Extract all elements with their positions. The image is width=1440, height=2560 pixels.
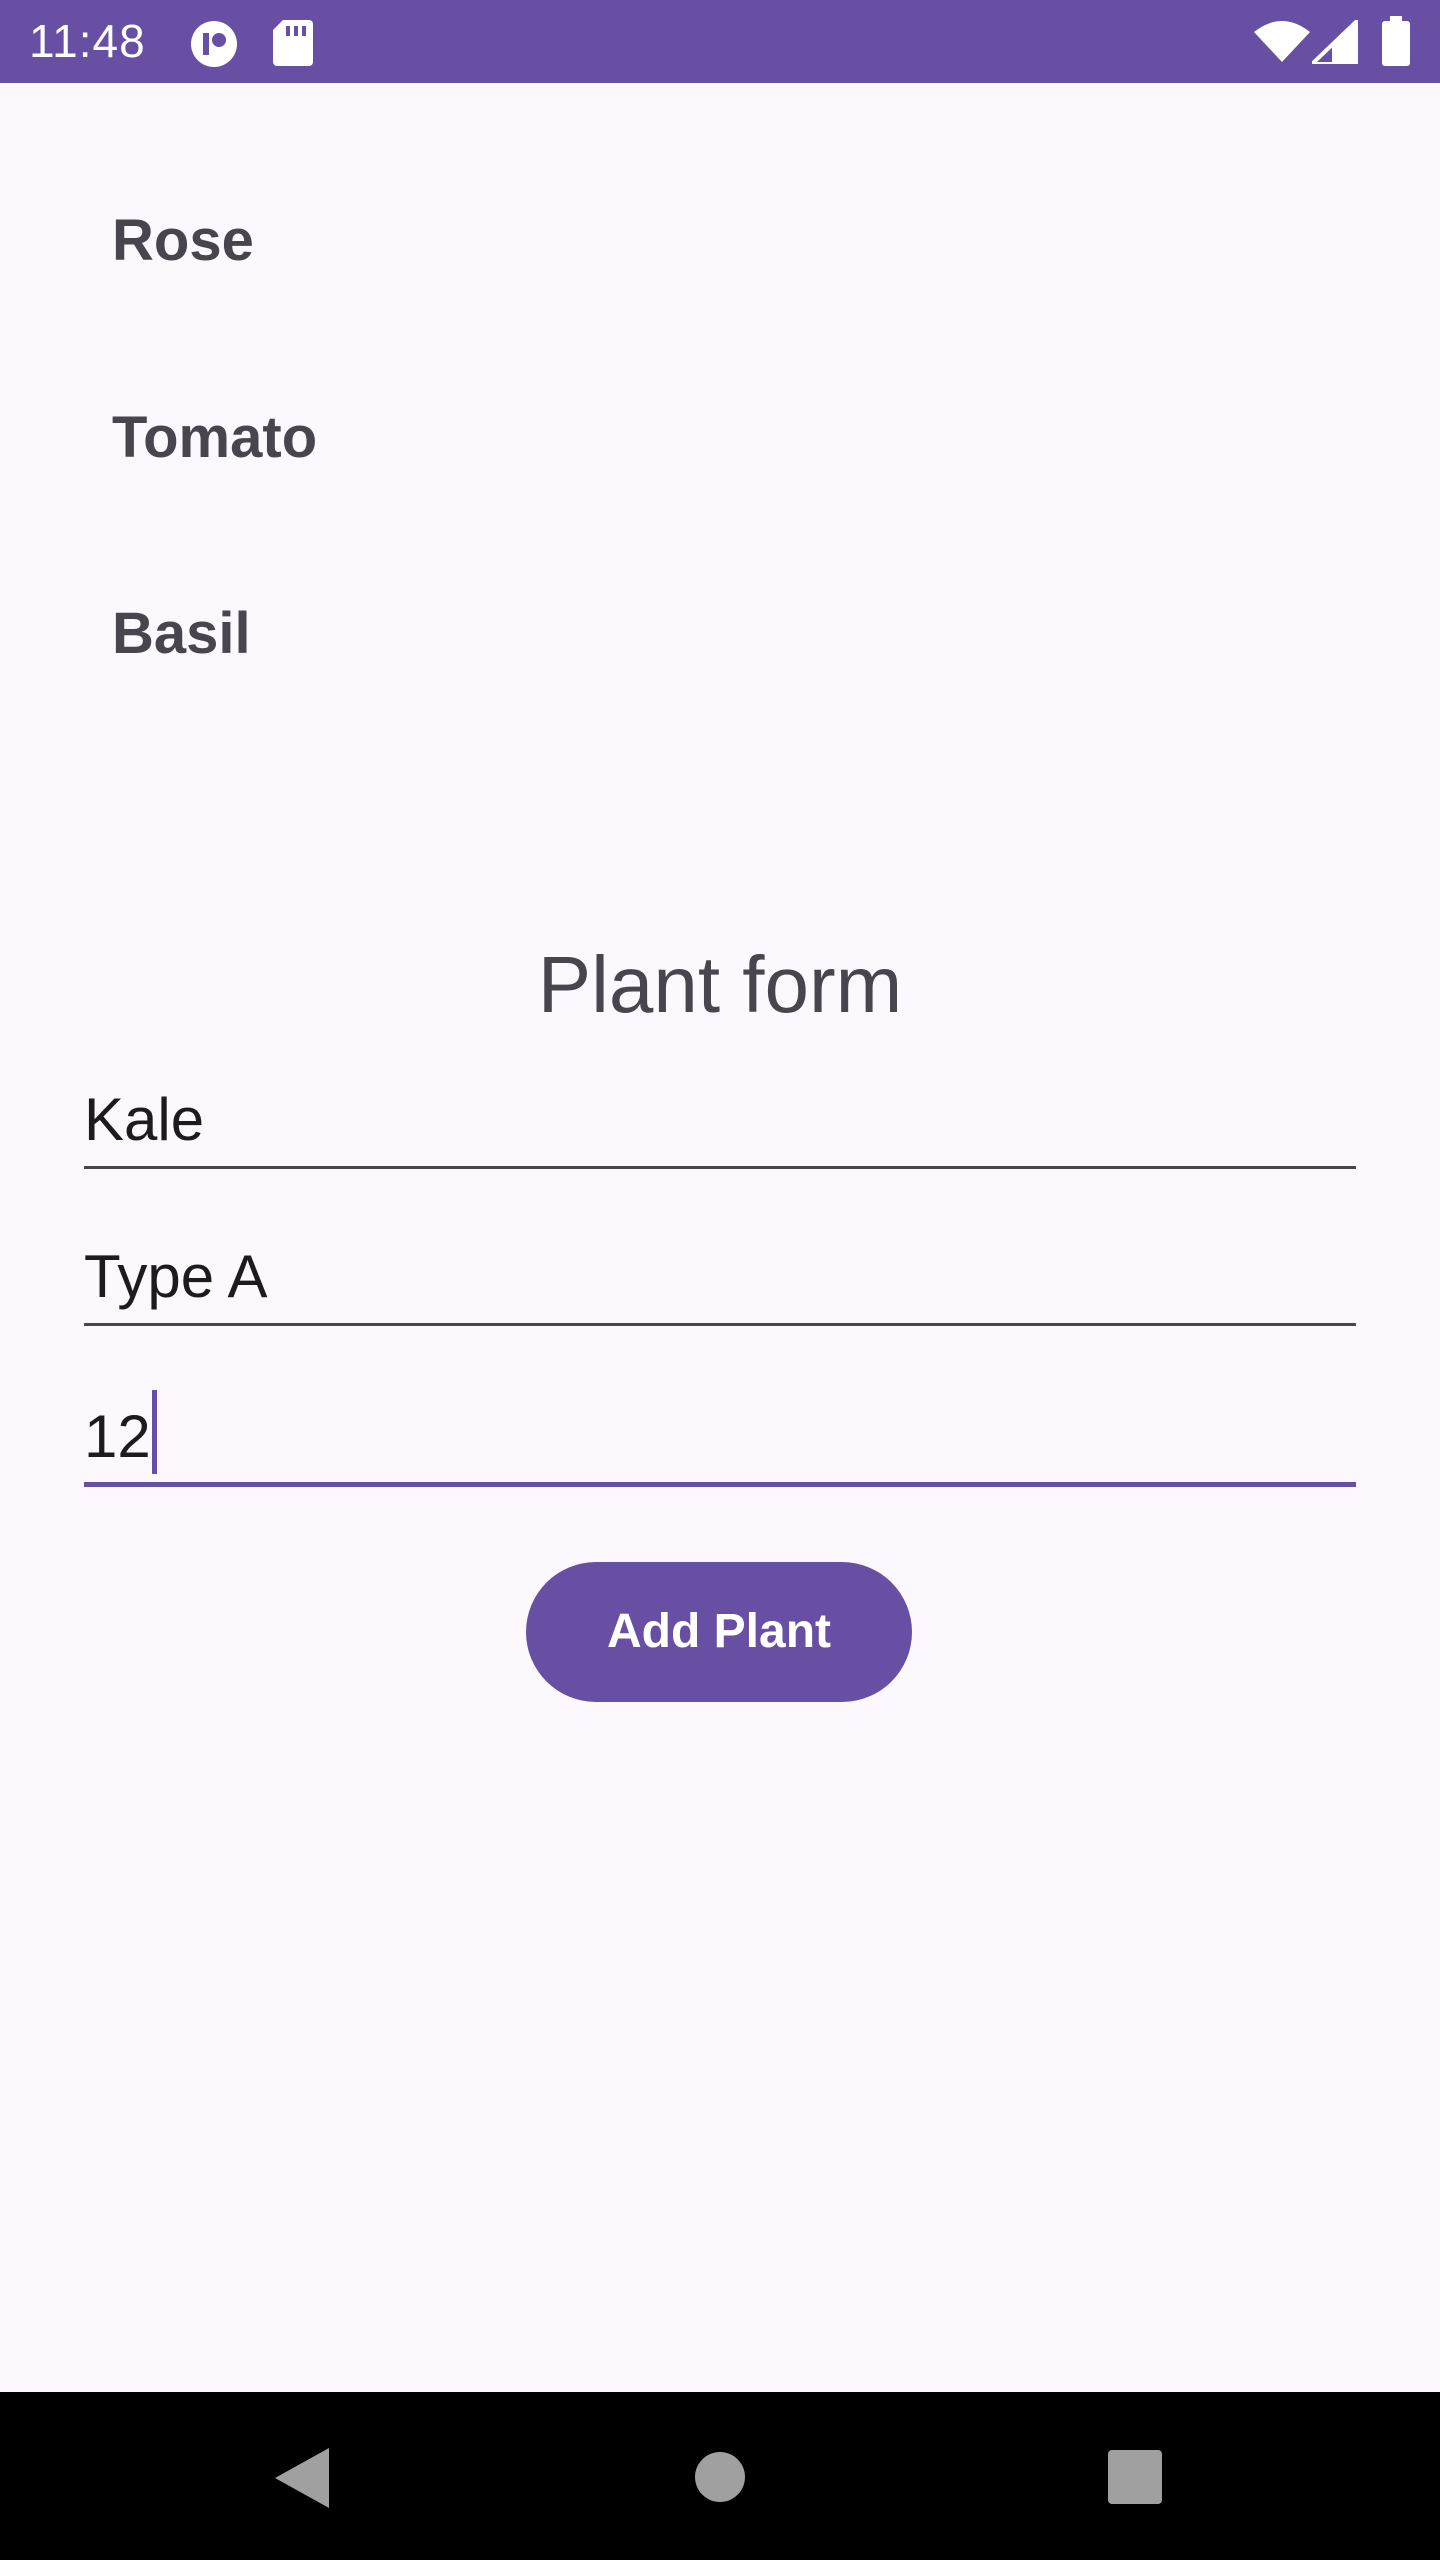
plant-list-item[interactable]: Basil — [112, 594, 251, 674]
plant-name-field[interactable] — [84, 1063, 1356, 1169]
text-caret — [152, 1390, 157, 1474]
cellular-signal-icon — [1307, 15, 1360, 69]
sd-card-icon — [273, 20, 313, 71]
recents-icon[interactable] — [1108, 2450, 1162, 2509]
navigation-bar — [0, 2392, 1440, 2560]
form-title: Plant form — [537, 940, 903, 1029]
plant-type-field[interactable] — [84, 1220, 1356, 1326]
plant-list-item[interactable]: Rose — [112, 201, 254, 281]
plant-quantity-field[interactable] — [84, 1381, 1356, 1487]
notification-app-icon — [190, 20, 238, 73]
status-time: 11:48 — [29, 15, 146, 67]
home-icon[interactable] — [695, 2452, 745, 2507]
wifi-icon — [1254, 20, 1310, 67]
status-bar: 11:48 — [0, 0, 1440, 83]
plant-list-item[interactable]: Tomato — [112, 398, 317, 478]
back-icon[interactable] — [275, 2448, 329, 2513]
battery-icon — [1382, 16, 1410, 71]
add-plant-button[interactable]: Add Plant — [526, 1562, 912, 1702]
